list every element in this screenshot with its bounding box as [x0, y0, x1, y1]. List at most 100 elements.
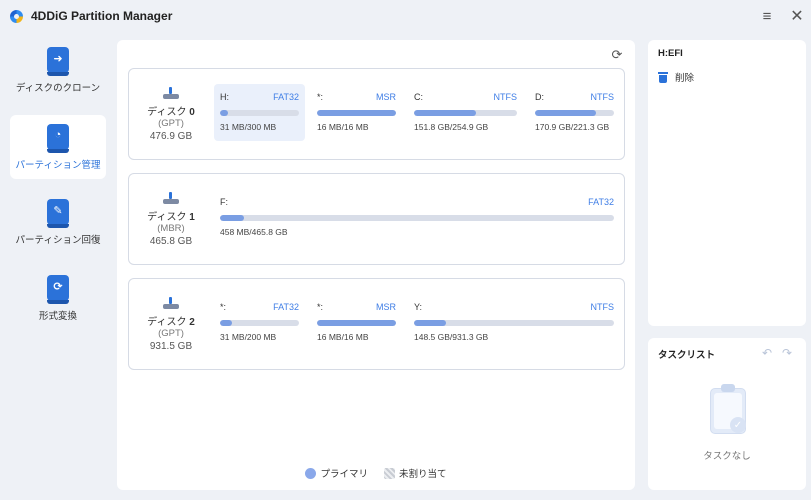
partition-filesystem: NTFS — [493, 92, 518, 102]
disk-partition-style: (GPT) — [158, 328, 184, 339]
partition-usage-fill — [317, 110, 396, 116]
partition-letter: H: — [220, 92, 229, 102]
sidebar-item-label: パーティション管理 — [15, 160, 101, 171]
disk-partition-style: (GPT) — [158, 118, 184, 129]
partition-properties-panel: H:EFI 削除 — [648, 40, 806, 326]
legend: プライマリ 未割り当て — [117, 466, 635, 480]
legend-unallocated-label: 未割り当て — [399, 469, 447, 480]
close-icon[interactable]: ✕ — [787, 6, 807, 26]
disk-map-panel: ⟳ ディスク 0 (GPT) 476.9 GB H: FAT32 31 MB/300 MB… — [117, 40, 635, 490]
partition-usage-text: 16 MB/16 MB — [317, 332, 369, 342]
sidebar-item-label: パーティション回復 — [15, 235, 101, 246]
partition-filesystem: NTFS — [590, 302, 615, 312]
trash-icon — [658, 71, 668, 83]
disk-size: 465.8 GB — [149, 236, 193, 247]
disk-clone-icon: ➜ — [47, 47, 69, 76]
partition-filesystem: FAT32 — [273, 302, 299, 312]
partition-block[interactable]: D: NTFS 170.9 GB/221.3 GB — [529, 84, 620, 141]
disk-card[interactable]: ディスク 1 (MBR) 465.8 GB F: FAT32 458 MB/465.8 G… — [128, 173, 625, 265]
partition-block[interactable]: F: FAT32 458 MB/465.8 GB — [214, 189, 620, 246]
partition-usage-bar — [220, 110, 299, 116]
hamburger-icon[interactable]: ≡ — [757, 6, 777, 26]
partition-letter: F: — [220, 197, 228, 207]
app-title: 4DDiG Partition Manager — [31, 9, 173, 23]
partition-usage-bar — [220, 320, 299, 326]
sidebar-item-label: ディスクのクローン — [15, 83, 101, 94]
partition-usage-bar — [414, 320, 614, 326]
no-tasks-label: タスクなし — [703, 451, 751, 462]
partition-usage-text: 31 MB/200 MB — [220, 332, 277, 342]
partition-block[interactable]: H: FAT32 31 MB/300 MB — [214, 84, 305, 141]
convert-icon: ⟳ — [47, 275, 69, 304]
partition-usage-fill — [414, 320, 446, 326]
sidebar-item-label: 形式変換 — [38, 311, 77, 322]
partition-filesystem: FAT32 — [588, 197, 614, 207]
partition-usage-text: 16 MB/16 MB — [317, 122, 369, 132]
partition-block[interactable]: C: NTFS 151.8 GB/254.9 GB — [408, 84, 523, 141]
disk-card[interactable]: ディスク 2 (GPT) 931.5 GB *: FAT32 31 MB/200 MB *:… — [128, 278, 625, 370]
partition-letter: Y: — [414, 302, 423, 312]
partition-usage-bar — [317, 110, 396, 116]
partition-letter: *: — [220, 302, 227, 312]
disk-icon — [163, 87, 179, 99]
partition-usage-fill — [220, 320, 232, 326]
disk-name: ディスク 1 — [147, 212, 195, 223]
task-list-title: タスクリスト — [658, 350, 716, 361]
legend-primary: プライマリ — [305, 466, 368, 480]
partition-letter: *: — [317, 302, 324, 312]
delete-label: 削除 — [675, 73, 695, 84]
partition-usage-text: 148.5 GB/931.3 GB — [414, 332, 489, 342]
disk-info: ディスク 2 (GPT) 931.5 GB — [129, 279, 213, 369]
partition-letter: D: — [535, 92, 544, 102]
partition-block[interactable]: *: MSR 16 MB/16 MB — [311, 294, 402, 351]
delete-button[interactable]: 削除 — [658, 70, 796, 84]
disk-icon — [163, 297, 179, 309]
partition-filesystem: NTFS — [590, 92, 615, 102]
partition-usage-bar — [414, 110, 517, 116]
app-logo-icon — [10, 9, 23, 23]
disk-card[interactable]: ディスク 0 (GPT) 476.9 GB H: FAT32 31 MB/300 MB *:… — [128, 68, 625, 160]
sidebar-item-partition-manage[interactable]: ◔ パーティション管理 — [10, 115, 106, 179]
sidebar-item-disk-clone[interactable]: ➜ ディスクのクローン — [10, 38, 106, 102]
disk-size: 476.9 GB — [149, 131, 193, 142]
disk-size: 931.5 GB — [149, 341, 193, 352]
disk-icon — [163, 192, 179, 204]
partition-block[interactable]: *: FAT32 31 MB/200 MB — [214, 294, 305, 351]
sidebar-item-partition-recovery[interactable]: ✎ パーティション回復 — [10, 190, 106, 254]
partition-letter: *: — [317, 92, 324, 102]
disk-name: ディスク 2 — [147, 317, 195, 328]
redo-icon[interactable]: ↷ — [782, 346, 792, 360]
partition-recovery-icon: ✎ — [47, 199, 69, 228]
title-bar: 4DDiG Partition Manager — [0, 0, 811, 32]
sidebar-item-convert[interactable]: ⟳ 形式変換 — [10, 266, 106, 330]
partition-usage-bar — [317, 320, 396, 326]
partition-block[interactable]: Y: NTFS 148.5 GB/931.3 GB — [408, 294, 620, 351]
undo-icon[interactable]: ↶ — [762, 346, 772, 360]
partition-usage-fill — [414, 110, 476, 116]
partition-filesystem: FAT32 — [273, 92, 299, 102]
partition-filesystem: MSR — [376, 302, 396, 312]
empty-clipboard-icon: ✓ — [704, 384, 754, 440]
disk-info: ディスク 1 (MBR) 465.8 GB — [129, 174, 213, 264]
task-list-panel: タスクリスト ↶ ↷ ✓ タスクなし — [648, 338, 806, 490]
disk-info: ディスク 0 (GPT) 476.9 GB — [129, 69, 213, 159]
partition-usage-fill — [220, 215, 244, 221]
partition-usage-bar — [220, 215, 614, 221]
disk-partition-style: (MBR) — [157, 223, 185, 234]
legend-primary-label: プライマリ — [320, 469, 368, 480]
refresh-icon[interactable]: ⟳ — [609, 47, 625, 63]
partition-usage-text: 170.9 GB/221.3 GB — [535, 122, 610, 132]
partition-letter: C: — [414, 92, 423, 102]
partition-usage-fill — [220, 110, 228, 116]
partition-usage-fill — [535, 110, 596, 116]
partition-usage-text: 458 MB/465.8 GB — [220, 227, 288, 237]
partition-block[interactable]: *: MSR 16 MB/16 MB — [311, 84, 402, 141]
partition-usage-text: 31 MB/300 MB — [220, 122, 277, 132]
primary-swatch-icon — [305, 467, 317, 479]
partition-manage-icon: ◔ — [47, 124, 69, 153]
partition-usage-text: 151.8 GB/254.9 GB — [414, 122, 489, 132]
partition-usage-bar — [535, 110, 614, 116]
legend-unallocated: 未割り当て — [384, 466, 447, 480]
selected-partition-title: H:EFI — [658, 48, 683, 59]
unallocated-swatch-icon — [384, 467, 395, 479]
